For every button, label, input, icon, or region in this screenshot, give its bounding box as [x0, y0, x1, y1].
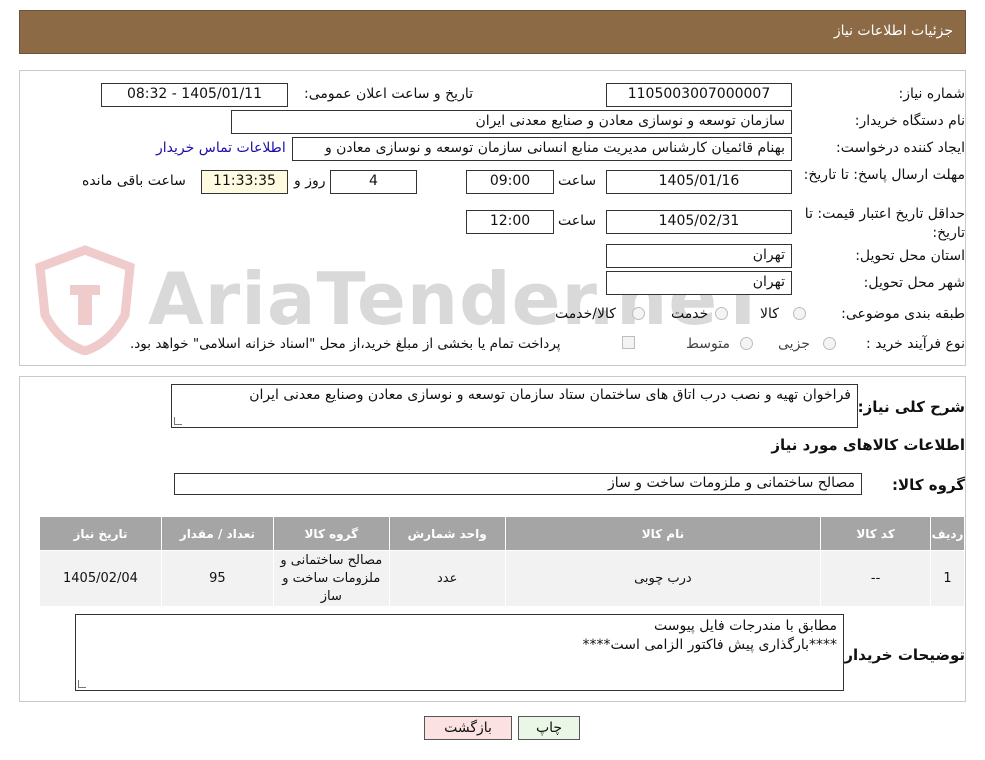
remaining-time-field: 11:33:35 — [201, 170, 288, 194]
buyer-notes-line-1: مطابق با مندرجات فایل پیوست — [653, 618, 837, 634]
col-group-header: گروه کالا — [272, 516, 390, 551]
resize-handle-icon[interactable] — [174, 417, 182, 425]
goods-section-title: اطلاعات کالاهای مورد نیاز — [771, 436, 965, 454]
days-label: روز و — [294, 173, 326, 189]
treasury-payment-note: پرداخت تمام یا بخشی از مبلغ خرید،از محل … — [130, 336, 561, 352]
cell-unit: عدد — [388, 550, 506, 607]
process-label: نوع فرآیند خرید : — [866, 336, 965, 352]
table-header-row: ردیف کد کالا نام کالا واحد شمارش گروه کا… — [39, 516, 965, 551]
category-goods-radio[interactable] — [793, 307, 806, 320]
province-field: تهران — [606, 244, 792, 268]
buyer-notes-textarea: مطابق با مندرجات فایل پیوست ****بارگذاری… — [75, 614, 844, 691]
cell-need-date: 1405/02/04 — [39, 550, 162, 607]
process-minor-radio[interactable] — [823, 337, 836, 350]
goods-table: ردیف کد کالا نام کالا واحد شمارش گروه کا… — [39, 516, 965, 607]
validity-date-field: 1405/02/31 — [606, 210, 792, 234]
need-number-field: 1105003007000007 — [606, 83, 792, 107]
creator-field: بهنام قائمیان کارشناس مدیریت منابع انسان… — [292, 137, 792, 161]
watermark-text: AriaTender.neT — [148, 257, 769, 341]
creator-label: ایجاد کننده درخواست: — [836, 140, 965, 156]
cell-goods-group: مصالح ساختمانی و ملزومات ساخت و ساز — [272, 550, 390, 607]
buyer-notes-line-2: ****بارگذاری پیش فاکتور الزامی است**** — [582, 637, 837, 653]
table-row: 1 -- درب چوبی عدد مصالح ساختمانی و ملزوم… — [39, 550, 965, 607]
need-number-label: شماره نیاز: — [898, 86, 966, 102]
cell-goods-name: درب چوبی — [504, 550, 822, 607]
buyer-label: نام دستگاه خریدار: — [854, 113, 965, 129]
col-qty-header: تعداد / مقدار — [160, 516, 274, 551]
announce-label: تاریخ و ساعت اعلان عمومی: — [304, 86, 473, 102]
announce-datetime-field: 1405/01/11 - 08:32 — [101, 83, 288, 107]
category-goods-service-label: کالا/خدمت — [555, 306, 616, 322]
cell-row-number: 1 — [930, 550, 965, 607]
goods-group-field: مصالح ساختمانی و ملزومات ساخت و ساز — [174, 473, 862, 495]
city-field: تهران — [606, 271, 792, 295]
description-text: فراخوان تهیه و نصب درب اتاق های ساختمان … — [249, 387, 851, 403]
deadline-date-field: 1405/01/16 — [606, 170, 792, 194]
col-date-header: تاریخ نیاز — [39, 516, 162, 551]
validity-label: حداقل تاریخ اعتبار قیمت: تا تاریخ: — [804, 206, 965, 241]
goods-group-label: گروه کالا: — [892, 476, 965, 494]
resize-handle-icon[interactable] — [78, 680, 86, 688]
city-label: شهر محل تحویل: — [863, 275, 965, 291]
category-goods-label: کالا — [760, 306, 779, 322]
deadline-label: مهلت ارسال پاسخ: تا تاریخ: — [803, 167, 965, 183]
category-goods-service-radio[interactable] — [632, 307, 645, 320]
shield-logo-icon — [35, 245, 135, 355]
description-label: شرح کلی نیاز: — [857, 398, 965, 416]
page-title: جزئیات اطلاعات نیاز — [833, 23, 953, 39]
col-code-header: کد کالا — [820, 516, 932, 551]
process-minor-label: جزیی — [778, 336, 810, 352]
province-label: استان محل تحویل: — [855, 248, 965, 264]
col-row-header: ردیف — [930, 516, 965, 551]
back-button[interactable]: بازگشت — [424, 716, 512, 740]
remaining-label: ساعت باقی مانده — [82, 173, 186, 189]
category-service-radio[interactable] — [715, 307, 728, 320]
category-label: طبقه بندی موضوعی: — [841, 306, 965, 322]
validity-time-field: 12:00 — [466, 210, 554, 234]
buyer-notes-label: توضیحات خریدار: — [838, 646, 965, 664]
deadline-time-label: ساعت — [558, 173, 597, 189]
category-service-label: خدمت — [671, 306, 709, 322]
validity-time-label: ساعت — [558, 213, 597, 229]
remaining-days-field: 4 — [330, 170, 417, 194]
buyer-contact-link[interactable]: اطلاعات تماس خریدار — [156, 140, 286, 156]
col-unit-header: واحد شمارش — [388, 516, 506, 551]
deadline-time-field: 09:00 — [466, 170, 554, 194]
process-medium-label: متوسط — [686, 336, 730, 352]
description-textarea: فراخوان تهیه و نصب درب اتاق های ساختمان … — [171, 384, 858, 428]
treasury-payment-checkbox[interactable] — [622, 336, 635, 349]
page-header: جزئیات اطلاعات نیاز — [19, 10, 966, 54]
col-name-header: نام کالا — [504, 516, 822, 551]
cell-quantity: 95 — [160, 550, 274, 607]
buyer-field: سازمان توسعه و نوسازی معادن و صنایع معدن… — [231, 110, 792, 134]
cell-goods-code: -- — [820, 550, 932, 607]
process-medium-radio[interactable] — [740, 337, 753, 350]
print-button[interactable]: چاپ — [518, 716, 580, 740]
